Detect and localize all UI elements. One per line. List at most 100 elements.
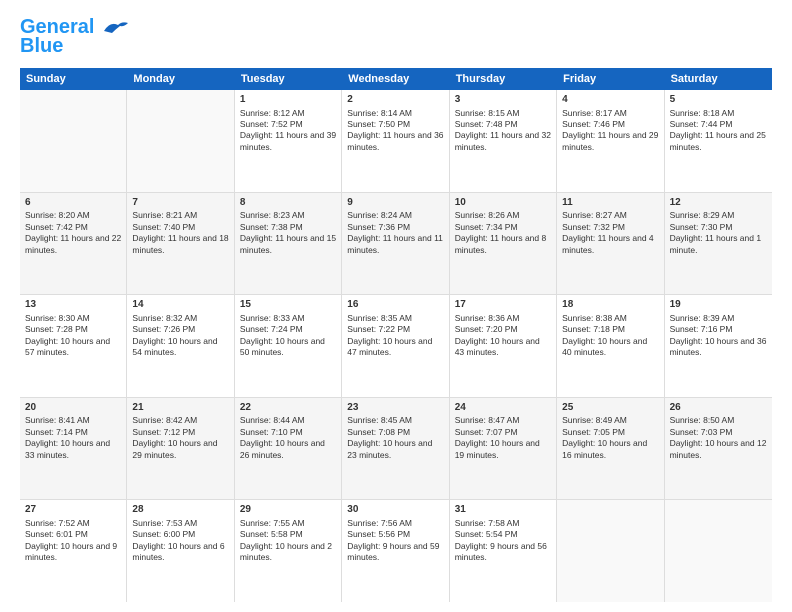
daylight-text: Daylight: 11 hours and 29 minutes.	[562, 130, 658, 151]
header-day-thursday: Thursday	[450, 68, 557, 90]
day-number: 21	[132, 401, 228, 415]
sunset-text: Sunset: 6:01 PM	[25, 529, 88, 539]
day-number: 30	[347, 503, 443, 517]
calendar-cell: 26Sunrise: 8:50 AMSunset: 7:03 PMDayligh…	[665, 398, 772, 500]
daylight-text: Daylight: 11 hours and 18 minutes.	[132, 233, 228, 254]
calendar-cell: 15Sunrise: 8:33 AMSunset: 7:24 PMDayligh…	[235, 295, 342, 397]
calendar-cell: 8Sunrise: 8:23 AMSunset: 7:38 PMDaylight…	[235, 193, 342, 295]
day-number: 10	[455, 196, 551, 210]
sunset-text: Sunset: 7:08 PM	[347, 427, 410, 437]
day-number: 26	[670, 401, 767, 415]
sunset-text: Sunset: 5:54 PM	[455, 529, 518, 539]
sunset-text: Sunset: 7:24 PM	[240, 324, 303, 334]
sunrise-text: Sunrise: 8:30 AM	[25, 313, 90, 323]
daylight-text: Daylight: 10 hours and 9 minutes.	[25, 541, 117, 562]
calendar-cell: 17Sunrise: 8:36 AMSunset: 7:20 PMDayligh…	[450, 295, 557, 397]
sunset-text: Sunset: 7:46 PM	[562, 119, 625, 129]
sunrise-text: Sunrise: 8:23 AM	[240, 210, 305, 220]
header-day-saturday: Saturday	[665, 68, 772, 90]
sunrise-text: Sunrise: 7:56 AM	[347, 518, 412, 528]
calendar-row-3: 13Sunrise: 8:30 AMSunset: 7:28 PMDayligh…	[20, 295, 772, 398]
calendar-cell: 1Sunrise: 8:12 AMSunset: 7:52 PMDaylight…	[235, 90, 342, 192]
day-number: 11	[562, 196, 658, 210]
calendar-cell: 20Sunrise: 8:41 AMSunset: 7:14 PMDayligh…	[20, 398, 127, 500]
sunrise-text: Sunrise: 7:52 AM	[25, 518, 90, 528]
calendar-cell: 11Sunrise: 8:27 AMSunset: 7:32 PMDayligh…	[557, 193, 664, 295]
daylight-text: Daylight: 10 hours and 40 minutes.	[562, 336, 647, 357]
header-day-monday: Monday	[127, 68, 234, 90]
calendar-cell: 24Sunrise: 8:47 AMSunset: 7:07 PMDayligh…	[450, 398, 557, 500]
day-number: 25	[562, 401, 658, 415]
sunrise-text: Sunrise: 8:20 AM	[25, 210, 90, 220]
sunrise-text: Sunrise: 8:21 AM	[132, 210, 197, 220]
sunrise-text: Sunrise: 7:53 AM	[132, 518, 197, 528]
sunset-text: Sunset: 7:36 PM	[347, 222, 410, 232]
day-number: 17	[455, 298, 551, 312]
sunset-text: Sunset: 7:16 PM	[670, 324, 733, 334]
sunset-text: Sunset: 7:26 PM	[132, 324, 195, 334]
sunset-text: Sunset: 7:14 PM	[25, 427, 88, 437]
daylight-text: Daylight: 11 hours and 11 minutes.	[347, 233, 443, 254]
day-number: 27	[25, 503, 121, 517]
calendar-cell: 6Sunrise: 8:20 AMSunset: 7:42 PMDaylight…	[20, 193, 127, 295]
daylight-text: Daylight: 10 hours and 19 minutes.	[455, 438, 540, 459]
calendar-cell	[665, 500, 772, 602]
header-day-wednesday: Wednesday	[342, 68, 449, 90]
sunrise-text: Sunrise: 8:29 AM	[670, 210, 735, 220]
calendar-cell: 14Sunrise: 8:32 AMSunset: 7:26 PMDayligh…	[127, 295, 234, 397]
calendar-row-2: 6Sunrise: 8:20 AMSunset: 7:42 PMDaylight…	[20, 193, 772, 296]
daylight-text: Daylight: 11 hours and 32 minutes.	[455, 130, 551, 151]
calendar-cell: 31Sunrise: 7:58 AMSunset: 5:54 PMDayligh…	[450, 500, 557, 602]
sunrise-text: Sunrise: 8:18 AM	[670, 108, 735, 118]
sunset-text: Sunset: 7:50 PM	[347, 119, 410, 129]
calendar-cell: 13Sunrise: 8:30 AMSunset: 7:28 PMDayligh…	[20, 295, 127, 397]
sunrise-text: Sunrise: 7:55 AM	[240, 518, 305, 528]
calendar-cell	[127, 90, 234, 192]
daylight-text: Daylight: 10 hours and 47 minutes.	[347, 336, 432, 357]
day-number: 1	[240, 93, 336, 107]
day-number: 22	[240, 401, 336, 415]
daylight-text: Daylight: 11 hours and 25 minutes.	[670, 130, 766, 151]
calendar-cell: 12Sunrise: 8:29 AMSunset: 7:30 PMDayligh…	[665, 193, 772, 295]
sunrise-text: Sunrise: 8:14 AM	[347, 108, 412, 118]
day-number: 20	[25, 401, 121, 415]
calendar-cell: 28Sunrise: 7:53 AMSunset: 6:00 PMDayligh…	[127, 500, 234, 602]
sunset-text: Sunset: 7:48 PM	[455, 119, 518, 129]
daylight-text: Daylight: 10 hours and 12 minutes.	[670, 438, 767, 459]
day-number: 31	[455, 503, 551, 517]
day-number: 13	[25, 298, 121, 312]
daylight-text: Daylight: 10 hours and 16 minutes.	[562, 438, 647, 459]
daylight-text: Daylight: 10 hours and 29 minutes.	[132, 438, 217, 459]
sunrise-text: Sunrise: 8:26 AM	[455, 210, 520, 220]
sunset-text: Sunset: 7:20 PM	[455, 324, 518, 334]
calendar: SundayMondayTuesdayWednesdayThursdayFrid…	[20, 68, 772, 602]
sunrise-text: Sunrise: 8:49 AM	[562, 415, 627, 425]
day-number: 15	[240, 298, 336, 312]
calendar-cell: 27Sunrise: 7:52 AMSunset: 6:01 PM Dayligh…	[20, 500, 127, 602]
daylight-text: Daylight: 11 hours and 36 minutes.	[347, 130, 443, 151]
day-number: 23	[347, 401, 443, 415]
daylight-text: Daylight: 11 hours and 8 minutes.	[455, 233, 547, 254]
day-number: 19	[670, 298, 767, 312]
calendar-cell: 16Sunrise: 8:35 AMSunset: 7:22 PMDayligh…	[342, 295, 449, 397]
sunrise-text: Sunrise: 7:58 AM	[455, 518, 520, 528]
logo-blue: Blue	[20, 35, 63, 58]
calendar-cell: 21Sunrise: 8:42 AMSunset: 7:12 PMDayligh…	[127, 398, 234, 500]
daylight-text: Daylight: 10 hours and 33 minutes.	[25, 438, 110, 459]
sunset-text: Sunset: 7:30 PM	[670, 222, 733, 232]
calendar-cell: 7Sunrise: 8:21 AMSunset: 7:40 PMDaylight…	[127, 193, 234, 295]
calendar-cell: 22Sunrise: 8:44 AMSunset: 7:10 PMDayligh…	[235, 398, 342, 500]
daylight-text: Daylight: 10 hours and 23 minutes.	[347, 438, 432, 459]
daylight-text: Daylight: 11 hours and 39 minutes.	[240, 130, 336, 151]
daylight-text: Daylight: 10 hours and 2 minutes.	[240, 541, 332, 562]
sunrise-text: Sunrise: 8:45 AM	[347, 415, 412, 425]
sunset-text: Sunset: 7:03 PM	[670, 427, 733, 437]
day-number: 28	[132, 503, 228, 517]
sunset-text: Sunset: 7:34 PM	[455, 222, 518, 232]
page: General Blue SundayMondayTuesdayWednesda…	[0, 0, 792, 612]
daylight-text: Daylight: 9 hours and 59 minutes.	[347, 541, 439, 562]
sunset-text: Sunset: 7:05 PM	[562, 427, 625, 437]
logo-bird-icon	[102, 19, 130, 37]
sunset-text: Sunset: 6:00 PM	[132, 529, 195, 539]
sunrise-text: Sunrise: 8:42 AM	[132, 415, 197, 425]
